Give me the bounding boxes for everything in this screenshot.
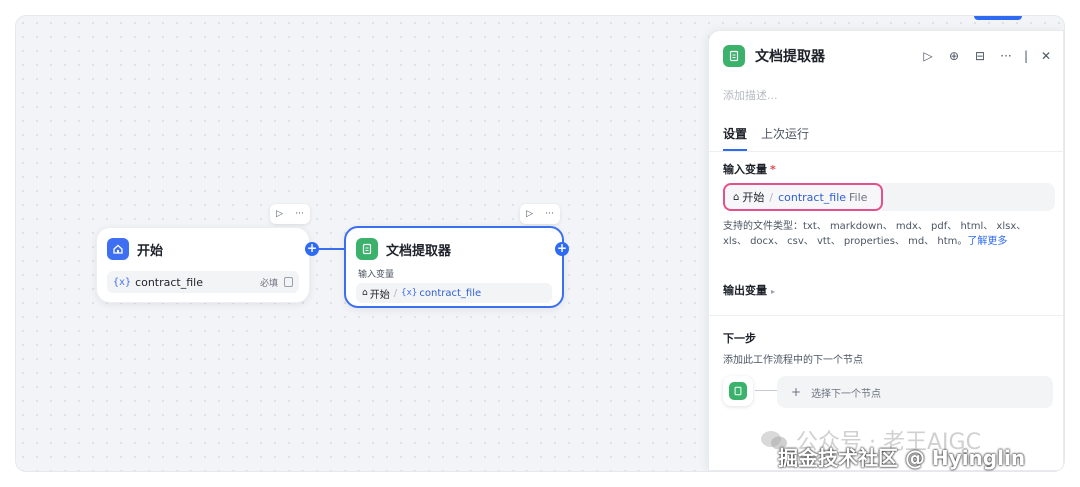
next-step-label: 下一步 — [723, 332, 756, 345]
book-icon[interactable]: ⊟ — [967, 49, 993, 63]
start-node-title: 开始 — [137, 243, 164, 259]
doc-variable-name: contract_file — [419, 287, 482, 299]
document-icon — [729, 382, 747, 400]
required-label: 必填 — [259, 278, 278, 289]
caret-right-icon: ▸ — [771, 287, 776, 296]
next-step-connector — [755, 390, 777, 391]
home-icon — [107, 238, 129, 260]
doc-add-node-button[interactable]: + — [555, 242, 569, 256]
input-variable-field[interactable]: ⌂ 开始 / contract_file File — [723, 183, 1055, 211]
file-type-icon — [284, 277, 293, 287]
home-icon: ⌂ — [362, 288, 368, 298]
start-add-node-button[interactable]: + — [305, 242, 319, 256]
path-separator: / — [769, 190, 774, 204]
doc-extractor-node[interactable]: 文档提取器 输入变量 ⌂ 开始 / {x} contract_file — [344, 226, 564, 308]
select-next-node-label: 选择下一个节点 — [811, 388, 882, 400]
run-icon[interactable]: ▷ — [915, 49, 941, 63]
doc-node-actions: ▷ ··· — [520, 204, 560, 224]
start-variable-name: contract_file — [135, 275, 204, 289]
home-icon: ⌂ — [733, 191, 740, 203]
variable-name: contract_file — [778, 190, 847, 204]
supported-file-types: 支持的文件类型：txt、 markdown、 mdx、 pdf、 html、 x… — [723, 219, 1045, 249]
learn-more-link[interactable]: 了解更多 — [967, 236, 1007, 247]
output-variable-header[interactable]: 输出变量 ▸ — [723, 282, 775, 298]
next-step-description: 添加此工作流程中的下一个节点 — [723, 355, 863, 366]
node-settings-panel: 文档提取器 ▷ ⊕ ⊟ ··· | ✕ 添加描述... 设置 上次运行 输入变量… — [708, 30, 1064, 471]
doc-node-title: 文档提取器 — [386, 243, 452, 259]
doc-input-variable[interactable]: ⌂ 开始 / {x} contract_file — [356, 283, 552, 303]
description-input[interactable]: 添加描述... — [723, 87, 778, 103]
top-toolbar-button[interactable] — [974, 16, 1022, 20]
plus-icon: + — [791, 385, 802, 399]
doc-input-label: 输入变量 — [358, 270, 395, 280]
tab-last-run[interactable]: 上次运行 — [761, 125, 809, 151]
locate-icon[interactable]: ⊕ — [941, 49, 967, 63]
panel-tabs: 设置 上次运行 — [723, 125, 823, 151]
document-icon — [356, 238, 378, 260]
more-icon[interactable]: ··· — [545, 209, 554, 219]
start-node[interactable]: 开始 {x} contract_file 必填 — [96, 227, 310, 303]
community-watermark: 掘金技术社区 @ Hyinglin — [778, 446, 1026, 470]
variable-icon: {x} — [113, 276, 132, 288]
input-variable-text: 输入变量 — [723, 163, 767, 176]
more-icon[interactable]: ··· — [993, 49, 1019, 63]
run-icon[interactable]: ▷ — [526, 209, 533, 219]
toolbar-divider: | — [1023, 49, 1029, 63]
variable-type: File — [849, 190, 868, 204]
variable-icon: {x} — [401, 288, 418, 298]
more-icon[interactable]: ··· — [295, 209, 304, 219]
selected-variable-chip[interactable]: ⌂ 开始 / contract_file File — [723, 183, 883, 211]
section-divider — [709, 315, 1064, 316]
input-variable-label: 输入变量 * — [723, 161, 776, 177]
panel-title[interactable]: 文档提取器 — [755, 46, 825, 66]
source-node-name: 开始 — [742, 191, 765, 204]
tab-settings[interactable]: 设置 — [723, 125, 748, 151]
select-next-node-button[interactable]: + 选择下一个节点 — [777, 376, 1053, 408]
edge-start-to-doc — [316, 248, 344, 250]
start-node-actions: ▷ ··· — [270, 204, 310, 224]
close-icon[interactable]: ✕ — [1033, 49, 1059, 63]
current-node-icon — [723, 376, 753, 406]
run-icon[interactable]: ▷ — [276, 209, 283, 219]
output-variable-text: 输出变量 — [723, 284, 767, 297]
panel-toolbar: ▷ ⊕ ⊟ ··· | ✕ — [915, 49, 1059, 63]
workflow-canvas[interactable]: ▷ ··· 开始 {x} contract_file 必填 + ▷ ··· 文档… — [16, 16, 1064, 471]
required-star: * — [770, 163, 776, 176]
document-icon — [723, 45, 745, 67]
tabs-divider — [709, 151, 1064, 152]
start-variable-row[interactable]: {x} contract_file 必填 — [107, 271, 299, 293]
path-separator: / — [393, 287, 398, 299]
source-node-name: 开始 — [369, 289, 390, 301]
